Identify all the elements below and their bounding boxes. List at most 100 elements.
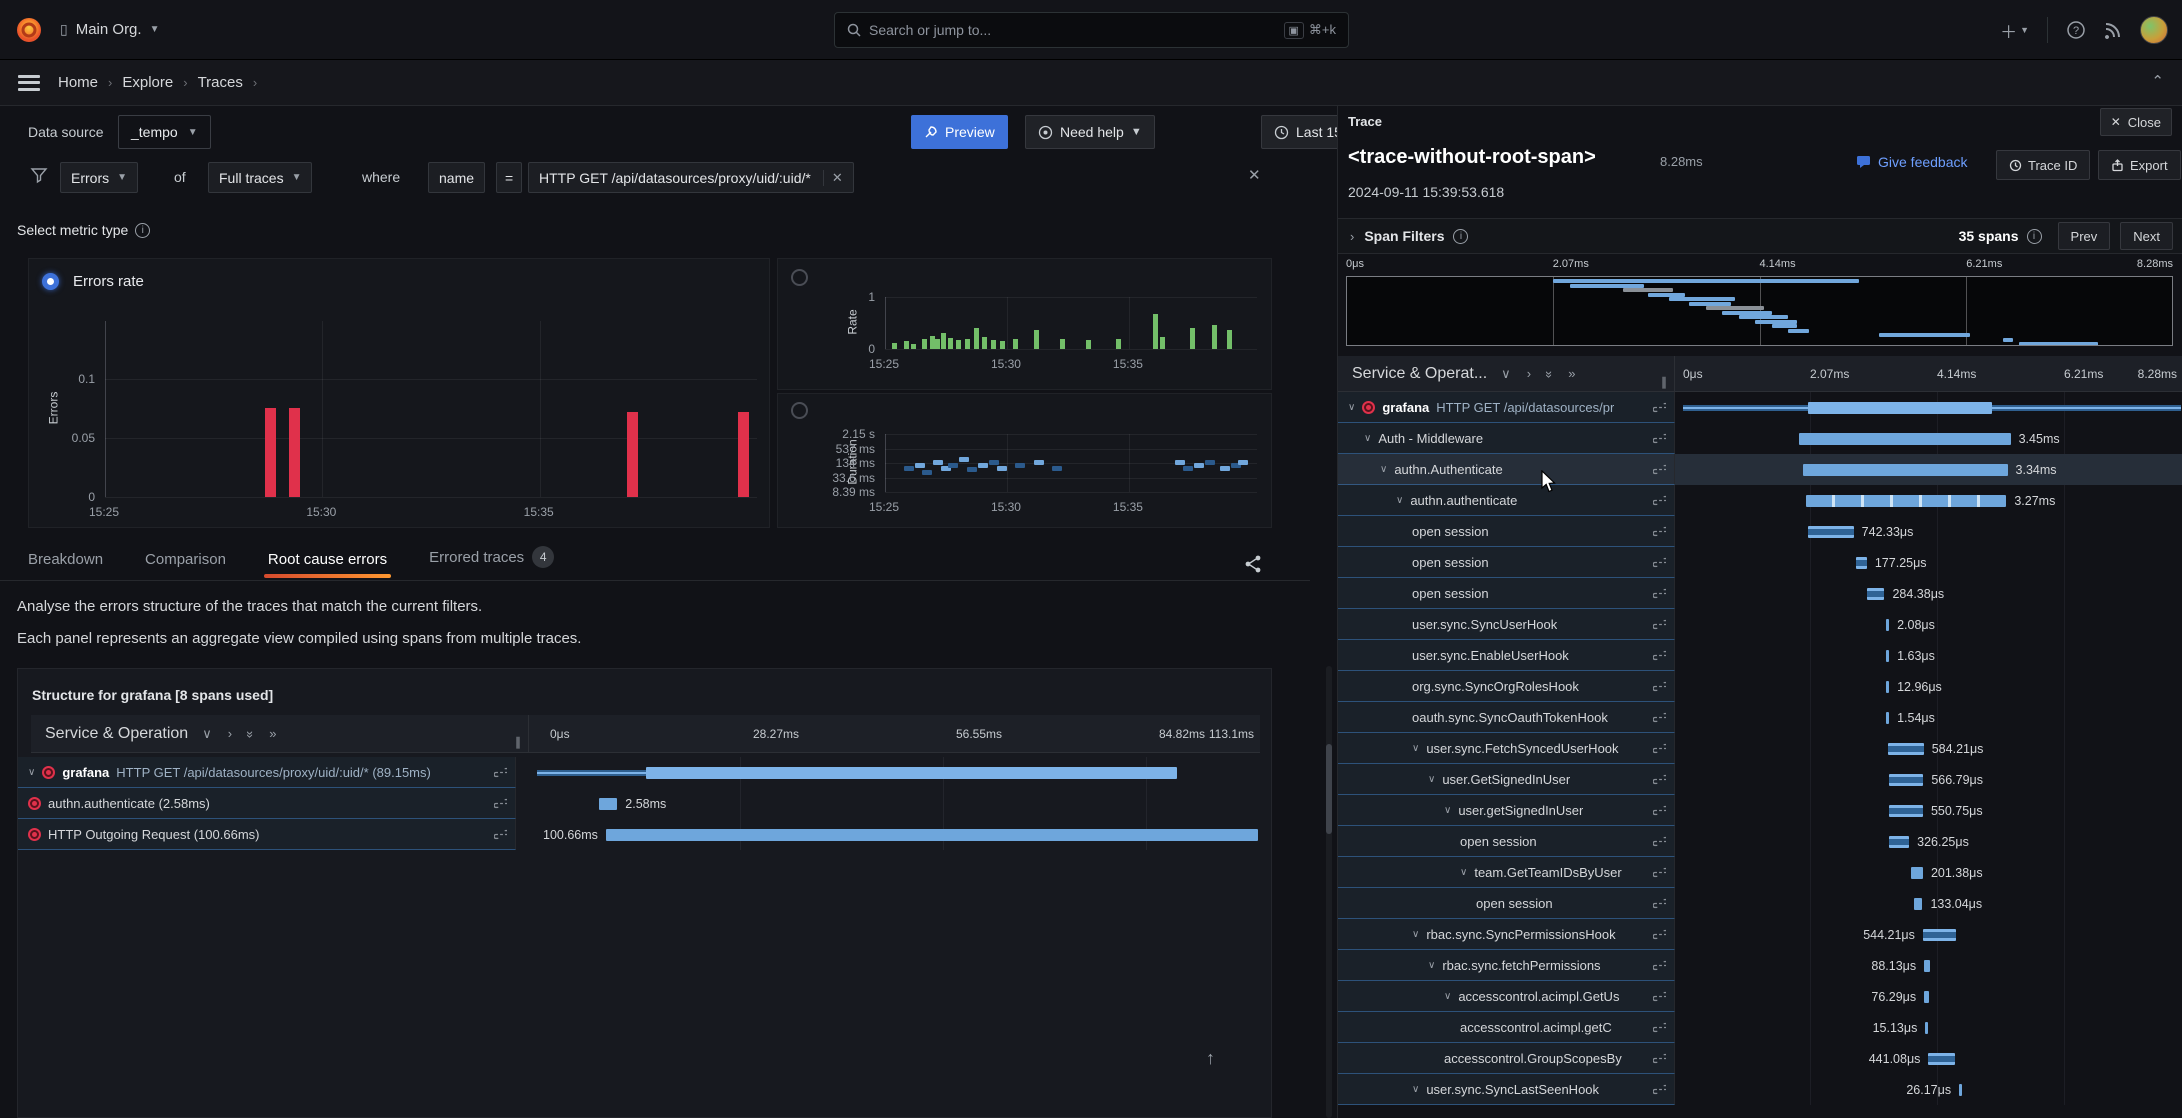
span-bar[interactable] bbox=[1889, 836, 1909, 848]
span-link-icon[interactable] bbox=[1653, 866, 1666, 879]
span-timeline-cell[interactable]: 2.58ms bbox=[516, 788, 1271, 819]
breadcrumb-item-home[interactable]: Home bbox=[58, 74, 98, 91]
datasource-picker[interactable]: _tempo ▼ bbox=[118, 115, 211, 149]
span-name-cell[interactable]: ∨user.GetSignedInUser bbox=[1338, 764, 1675, 795]
span-timeline-cell[interactable]: 566.79μs bbox=[1675, 764, 2182, 795]
org-switcher[interactable]: ▯ Main Org. ▼ bbox=[60, 21, 159, 38]
span-link-icon[interactable] bbox=[1653, 742, 1666, 755]
breadcrumb-item-traces[interactable]: Traces bbox=[198, 74, 243, 91]
span-timeline-cell[interactable]: 544.21μs bbox=[1675, 919, 2182, 950]
need-help-button[interactable]: Need help▼ bbox=[1025, 115, 1155, 149]
span-bar[interactable] bbox=[599, 798, 618, 810]
row-chevron-icon[interactable]: ∨ bbox=[1428, 774, 1435, 785]
span-name-cell[interactable]: ∨Auth - Middleware bbox=[1338, 423, 1675, 454]
span-name-cell[interactable]: ∨authn.Authenticate bbox=[1338, 454, 1675, 485]
span-timeline-cell[interactable]: 12.96μs bbox=[1675, 671, 2182, 702]
span-name-cell[interactable]: ∨accesscontrol.acimpl.GetUs bbox=[1338, 981, 1675, 1012]
breadcrumb-item-explore[interactable]: Explore bbox=[122, 74, 173, 91]
next-button[interactable]: Next bbox=[2120, 222, 2173, 250]
span-bar[interactable] bbox=[606, 829, 1258, 841]
span-timeline-cell[interactable]: 441.08μs bbox=[1675, 1043, 2182, 1074]
metric-radio-errors-rate[interactable] bbox=[42, 273, 59, 290]
span-timeline-cell[interactable]: 2.08μs bbox=[1675, 609, 2182, 640]
span-row[interactable]: user.sync.EnableUserHook1.63μs bbox=[1338, 640, 2182, 671]
span-name-cell[interactable]: ∨team.GetTeamIDsByUser bbox=[1338, 857, 1675, 888]
share-icon[interactable] bbox=[1243, 554, 1263, 574]
span-link-icon[interactable] bbox=[1653, 1052, 1666, 1065]
span-name-cell[interactable]: accesscontrol.acimpl.getC bbox=[1338, 1012, 1675, 1043]
span-timeline-cell[interactable]: 201.38μs bbox=[1675, 857, 2182, 888]
collapse-one-icon[interactable]: ∨ bbox=[1501, 366, 1511, 382]
scrollbar-track[interactable] bbox=[1326, 666, 1332, 1118]
span-row[interactable]: ∨user.GetSignedInUser566.79μs bbox=[1338, 764, 2182, 795]
span-name-cell[interactable]: open session bbox=[1338, 826, 1675, 857]
span-timeline-cell[interactable]: 3.27ms bbox=[1675, 485, 2182, 516]
tab-errored-traces[interactable]: Errored traces4 bbox=[429, 546, 554, 578]
span-timeline-cell[interactable]: 3.34ms bbox=[1675, 454, 2182, 485]
scrollbar-thumb[interactable] bbox=[1326, 744, 1332, 834]
span-timeline-cell[interactable]: 284.38μs bbox=[1675, 578, 2182, 609]
span-bar-thick[interactable] bbox=[1808, 402, 1992, 414]
span-link-icon[interactable] bbox=[1653, 618, 1666, 631]
span-link-icon[interactable] bbox=[1653, 525, 1666, 538]
span-link-icon[interactable] bbox=[1653, 587, 1666, 600]
span-link-icon[interactable] bbox=[494, 766, 507, 779]
span-bar[interactable] bbox=[1959, 1084, 1962, 1096]
row-chevron-icon[interactable]: ∨ bbox=[28, 767, 35, 778]
tab-breakdown[interactable]: Breakdown bbox=[28, 551, 103, 578]
collapse-one-icon[interactable]: ∨ bbox=[202, 726, 212, 742]
span-name-cell[interactable]: open session bbox=[1338, 888, 1675, 919]
preview-button[interactable]: Preview bbox=[911, 115, 1008, 149]
collapse-all-icon[interactable]: » bbox=[243, 731, 258, 736]
span-row[interactable]: accesscontrol.GroupScopesBy441.08μs bbox=[1338, 1043, 2182, 1074]
span-link-icon[interactable] bbox=[1653, 773, 1666, 786]
span-name-cell[interactable]: ∨user.sync.FetchSyncedUserHook bbox=[1338, 733, 1675, 764]
prev-button[interactable]: Prev bbox=[2058, 222, 2111, 250]
span-link-icon[interactable] bbox=[1653, 897, 1666, 910]
span-name-cell[interactable]: org.sync.SyncOrgRolesHook bbox=[1338, 671, 1675, 702]
expand-chevron-icon[interactable]: › bbox=[1350, 229, 1354, 244]
row-chevron-icon[interactable]: ∨ bbox=[1428, 960, 1435, 971]
close-trace-button[interactable]: ✕ Close bbox=[2100, 108, 2172, 136]
span-link-icon[interactable] bbox=[1653, 804, 1666, 817]
span-row[interactable]: ∨user.sync.FetchSyncedUserHook584.21μs bbox=[1338, 733, 2182, 764]
span-timeline-cell[interactable]: 76.29μs bbox=[1675, 981, 2182, 1012]
span-link-icon[interactable] bbox=[1653, 959, 1666, 972]
span-row[interactable]: ∨authn.authenticate3.27ms bbox=[1338, 485, 2182, 516]
span-link-icon[interactable] bbox=[1653, 990, 1666, 1003]
span-link-icon[interactable] bbox=[1653, 556, 1666, 569]
span-bar[interactable] bbox=[1888, 743, 1924, 755]
span-row[interactable]: HTTP Outgoing Request (100.66ms)100.66ms bbox=[18, 819, 1271, 850]
span-bar[interactable] bbox=[1886, 650, 1889, 662]
span-row[interactable]: ∨grafanaHTTP GET /api/datasources/pr bbox=[1338, 392, 2182, 423]
scroll-to-top-button[interactable]: ↑ bbox=[1206, 1048, 1215, 1069]
span-bar[interactable] bbox=[1889, 774, 1924, 786]
metric-radio-rate[interactable] bbox=[791, 269, 808, 286]
span-name-cell[interactable]: ∨user.sync.SyncLastSeenHook bbox=[1338, 1074, 1675, 1105]
span-timeline-cell[interactable]: 550.75μs bbox=[1675, 795, 2182, 826]
span-link-icon[interactable] bbox=[1653, 928, 1666, 941]
add-new-button[interactable]: ＋ ▼ bbox=[2000, 18, 2029, 43]
span-bar[interactable] bbox=[1806, 495, 2007, 507]
span-bar[interactable] bbox=[1803, 464, 2008, 476]
span-name-cell[interactable]: oauth.sync.SyncOauthTokenHook bbox=[1338, 702, 1675, 733]
span-bar[interactable] bbox=[1799, 433, 2011, 445]
span-link-icon[interactable] bbox=[1653, 711, 1666, 724]
trace-id-button[interactable]: Trace ID bbox=[1996, 150, 2090, 180]
span-name-cell[interactable]: ∨rbac.sync.SyncPermissionsHook bbox=[1338, 919, 1675, 950]
span-bar[interactable] bbox=[1889, 805, 1923, 817]
span-timeline-cell[interactable]: 100.66ms bbox=[516, 819, 1271, 850]
span-name-cell[interactable]: open session bbox=[1338, 578, 1675, 609]
span-link-icon[interactable] bbox=[1653, 494, 1666, 507]
span-timeline-cell[interactable]: 3.45ms bbox=[1675, 423, 2182, 454]
column-resize-handle[interactable]: ∥ bbox=[515, 735, 522, 749]
span-bar[interactable] bbox=[1856, 557, 1867, 569]
info-icon[interactable]: i bbox=[135, 223, 150, 238]
span-row[interactable]: open session177.25μs bbox=[1338, 547, 2182, 578]
tab-root-cause-errors[interactable]: Root cause errors bbox=[268, 551, 387, 578]
span-row[interactable]: authn.authenticate (2.58ms)2.58ms bbox=[18, 788, 1271, 819]
span-bar[interactable] bbox=[1925, 1022, 1928, 1034]
row-chevron-icon[interactable]: ∨ bbox=[1380, 464, 1387, 475]
span-timeline-cell[interactable]: 1.63μs bbox=[1675, 640, 2182, 671]
span-link-icon[interactable] bbox=[1653, 649, 1666, 662]
